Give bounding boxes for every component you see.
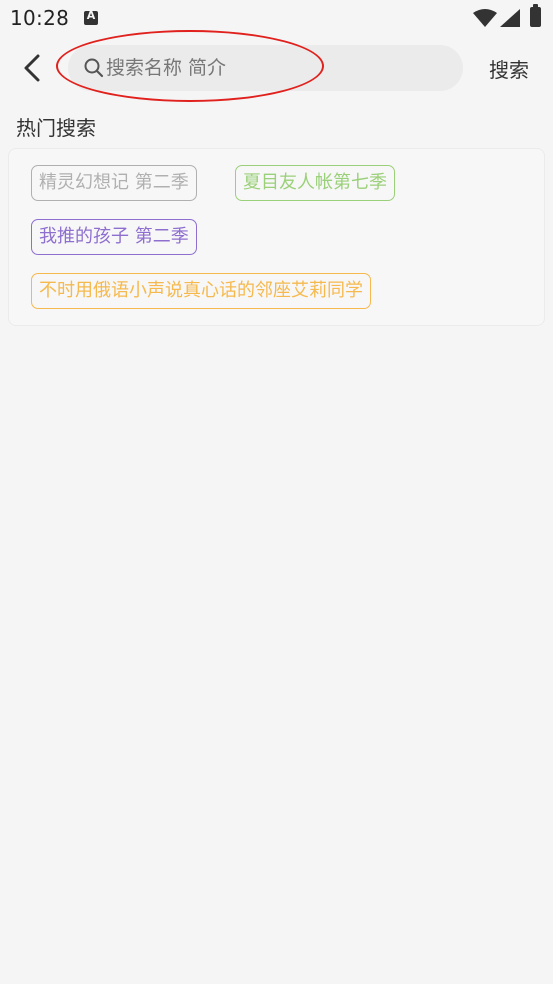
chevron-left-icon	[24, 54, 40, 82]
app-notification-letter: A	[86, 9, 96, 22]
hot-search-tag[interactable]: 精灵幻想记 第二季	[31, 165, 197, 201]
signal-icon	[500, 9, 520, 27]
status-bar: 10:28 A	[0, 0, 553, 38]
hot-search-tag[interactable]: 夏目友人帐第七季	[235, 165, 395, 201]
hot-search-title: 热门搜索	[16, 116, 96, 140]
search-icon	[84, 58, 104, 78]
hot-search-panel: 精灵幻想记 第二季 夏目友人帐第七季 我推的孩子 第二季 不时用俄语小声说真心话…	[8, 148, 545, 326]
hot-search-tag[interactable]: 我推的孩子 第二季	[31, 219, 197, 255]
back-button[interactable]	[14, 50, 50, 86]
search-screen: 10:28 A 搜索 热门搜索 精灵幻想记 第二季 夏目友人帐第七季 我推的孩子…	[0, 0, 553, 984]
search-button[interactable]: 搜索	[478, 52, 540, 84]
search-box[interactable]	[68, 45, 463, 91]
search-input[interactable]	[106, 54, 446, 82]
wifi-icon	[473, 9, 497, 27]
battery-icon	[530, 4, 541, 27]
hot-search-tag[interactable]: 不时用俄语小声说真心话的邻座艾莉同学	[31, 273, 371, 309]
status-time: 10:28	[10, 6, 70, 30]
app-notification-icon: A	[84, 9, 98, 25]
